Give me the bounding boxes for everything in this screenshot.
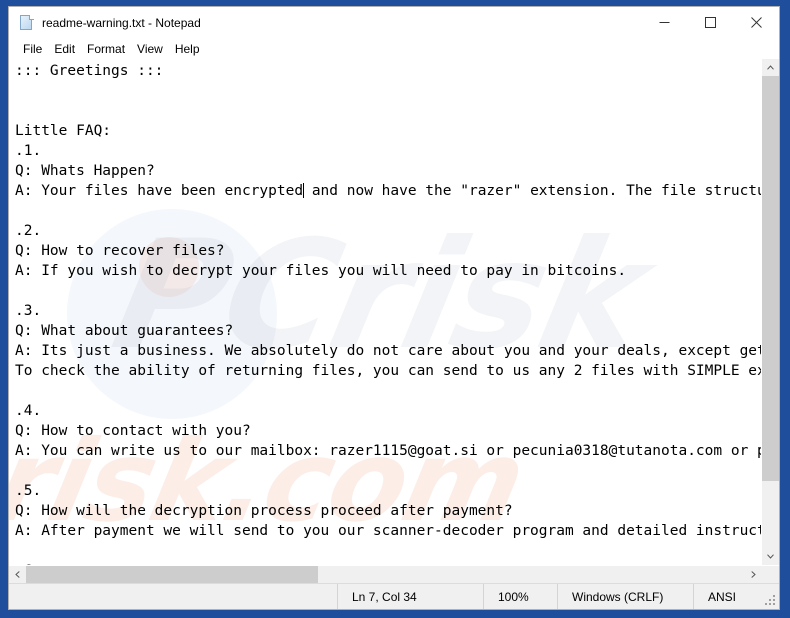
- text-line: .1.: [15, 143, 42, 159]
- text-line: .2.: [15, 223, 42, 239]
- text-line: [15, 281, 761, 301]
- resize-grip-icon[interactable]: [764, 594, 776, 606]
- notepad-document-icon: [19, 14, 35, 31]
- vertical-scroll-thumb[interactable]: [762, 76, 779, 481]
- status-bar-spacer: [9, 584, 338, 609]
- text-line: To check the ability of returning files,…: [15, 363, 761, 379]
- horizontal-scroll-thumb[interactable]: [26, 566, 318, 583]
- text-line: Little FAQ:: [15, 123, 112, 139]
- close-button[interactable]: [733, 7, 779, 38]
- close-icon: [750, 17, 762, 28]
- menu-item-view[interactable]: View: [131, 41, 169, 57]
- text-line: Q: What about guarantees?: [15, 323, 234, 339]
- window-title: readme-warning.txt - Notepad: [42, 15, 201, 30]
- menu-item-format[interactable]: Format: [81, 41, 131, 57]
- text-caret: [303, 183, 305, 198]
- status-zoom-level: 100%: [484, 584, 558, 609]
- minimize-button[interactable]: [641, 7, 687, 38]
- status-cursor-position: Ln 7, Col 34: [338, 584, 484, 609]
- text-line: A: If you wish to decrypt your files you…: [15, 263, 627, 279]
- text-line: Q: How will the decryption process proce…: [15, 503, 513, 519]
- text-line: A: Its just a business. We absolutely do…: [15, 343, 761, 359]
- text-line: A: After payment we will send to you our…: [15, 523, 761, 539]
- chevron-down-icon: [767, 554, 774, 559]
- minimize-icon: [659, 22, 669, 23]
- horizontal-scrollbar[interactable]: [9, 565, 779, 583]
- scroll-left-button[interactable]: [9, 566, 26, 583]
- text-line: [15, 541, 761, 561]
- menu-item-file[interactable]: File: [17, 41, 48, 57]
- text-line: Q: How to recover files?: [15, 243, 225, 259]
- title-bar: readme-warning.txt - Notepad: [9, 7, 779, 38]
- text-line: [15, 381, 761, 401]
- vertical-scroll-track[interactable]: [762, 76, 779, 548]
- chevron-up-icon: [767, 65, 774, 70]
- text-line: .6.: [15, 561, 761, 565]
- text-line: A: You can write us to our mailbox: raze…: [15, 443, 761, 459]
- text-editor-area[interactable]: PCrisk risk.com ::: Greetings ::: Little …: [9, 59, 761, 565]
- status-line-ending: Windows (CRLF): [558, 584, 694, 609]
- menu-item-edit[interactable]: Edit: [48, 41, 81, 57]
- text-line: [15, 81, 761, 101]
- text-line: [15, 101, 761, 121]
- text-line: A: Your files have been encrypted and no…: [15, 183, 761, 199]
- scroll-up-button[interactable]: [762, 59, 779, 76]
- scroll-right-button[interactable]: [745, 566, 762, 583]
- text-line: [15, 461, 761, 481]
- status-bar: Ln 7, Col 34 100% Windows (CRLF) ANSI: [9, 583, 779, 609]
- title-bar-left: readme-warning.txt - Notepad: [9, 14, 641, 31]
- chevron-right-icon: [751, 571, 756, 578]
- text-line: [15, 201, 761, 221]
- text-line: ::: Greetings :::: [15, 63, 164, 79]
- menu-bar: File Edit Format View Help: [9, 38, 779, 59]
- maximize-icon: [704, 17, 716, 28]
- window-controls: [641, 7, 779, 38]
- horizontal-scroll-track[interactable]: [26, 566, 745, 583]
- scrollbar-corner: [762, 566, 779, 583]
- text-line: .3.: [15, 303, 42, 319]
- text-line: .4.: [15, 403, 42, 419]
- text-line: Q: Whats Happen?: [15, 163, 155, 179]
- scroll-down-button[interactable]: [762, 548, 779, 565]
- menu-item-help[interactable]: Help: [169, 41, 206, 57]
- document-text[interactable]: ::: Greetings ::: Little FAQ:.1.Q: Whats …: [9, 59, 761, 565]
- editor-region: PCrisk risk.com ::: Greetings ::: Little …: [9, 59, 779, 583]
- maximize-button[interactable]: [687, 7, 733, 38]
- vertical-scrollbar[interactable]: [761, 59, 779, 565]
- chevron-left-icon: [15, 571, 20, 578]
- notepad-window: readme-warning.txt - Notepad File Edit F…: [8, 6, 780, 610]
- text-line: Q: How to contact with you?: [15, 423, 251, 439]
- text-line: .5.: [15, 483, 42, 499]
